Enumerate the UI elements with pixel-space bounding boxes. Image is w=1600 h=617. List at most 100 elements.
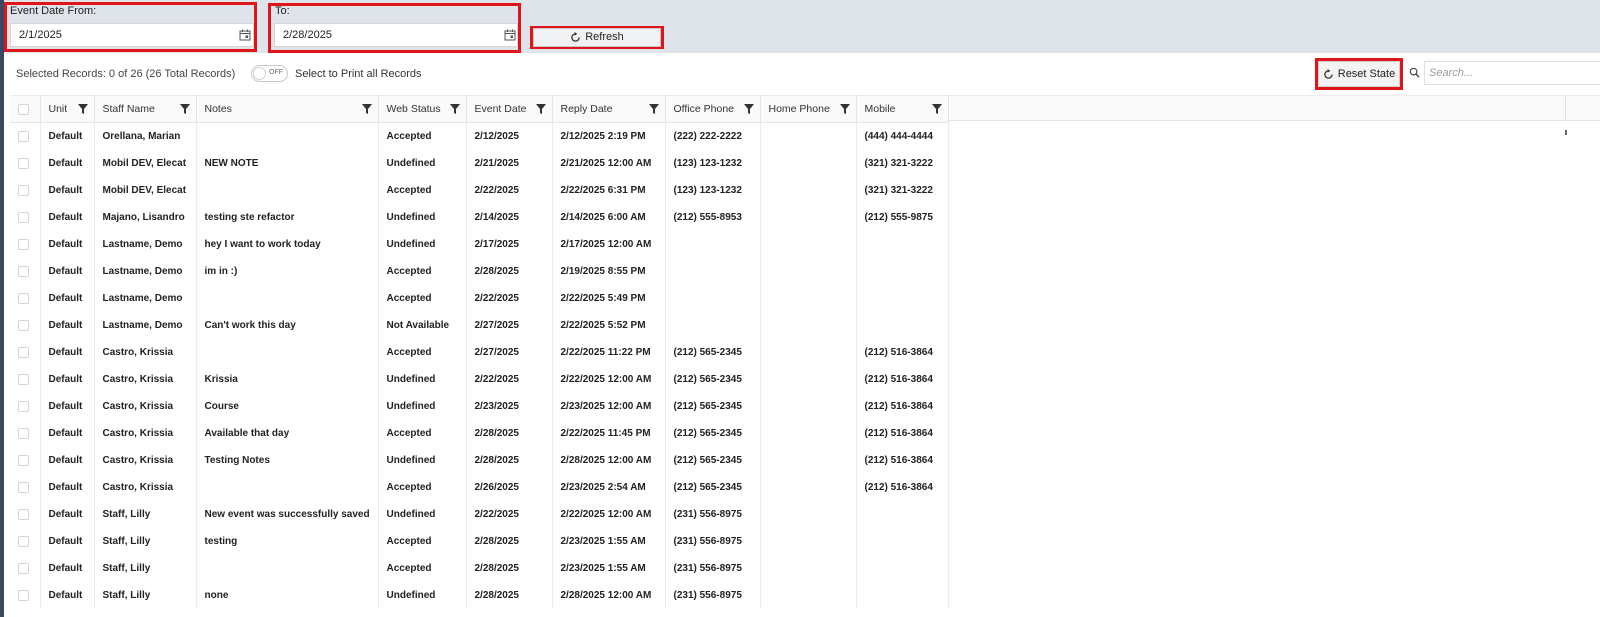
table-row[interactable]: Default Castro, Krissia Available that day… — [10, 420, 949, 447]
row-checkbox[interactable] — [18, 184, 29, 196]
column-header[interactable]: Notes — [196, 95, 379, 123]
unit-cell: Default — [40, 420, 95, 447]
column-header[interactable]: Staff Name — [94, 95, 197, 123]
row-checkbox[interactable] — [18, 454, 29, 466]
select-all-checkbox[interactable] — [18, 103, 29, 115]
staff-name-cell: Mobil DEV, Elecat — [94, 177, 197, 204]
unit-cell: Default — [40, 501, 95, 528]
row-checkbox[interactable] — [18, 427, 29, 439]
row-checkbox[interactable] — [18, 589, 29, 601]
column-header[interactable]: Event Date — [466, 95, 553, 123]
event-date-cell: 2/28/2025 — [466, 420, 553, 447]
web-status-cell: Undefined — [378, 501, 467, 528]
row-select-cell — [10, 258, 41, 285]
table-row[interactable]: Default Lastname, Demo Accepted 2/22/2025 2/… — [10, 285, 949, 312]
row-checkbox[interactable] — [18, 346, 29, 358]
home-phone-cell — [760, 582, 857, 609]
row-checkbox[interactable] — [18, 265, 29, 277]
scrollbar-indicator[interactable] — [1565, 130, 1567, 135]
row-checkbox[interactable] — [18, 211, 29, 223]
office-phone-cell: (231) 556-8975 — [665, 501, 761, 528]
staff-name-cell: Lastname, Demo — [94, 285, 197, 312]
notes-cell: Course — [196, 393, 379, 420]
search-input[interactable]: Search... — [1424, 61, 1600, 85]
table-row[interactable]: Default Lastname, Demo hey I want to work … — [10, 231, 949, 258]
mobile-cell: (212) 516-3864 — [856, 447, 949, 474]
web-status-cell: Undefined — [378, 150, 467, 177]
event-date-cell: 2/17/2025 — [466, 231, 553, 258]
table-row[interactable]: Default Castro, Krissia Krissia Undefined 2/… — [10, 366, 949, 393]
unit-cell: Default — [40, 393, 95, 420]
notes-cell: hey I want to work today — [196, 231, 379, 258]
table-row[interactable]: Default Staff, Lilly New event was success… — [10, 501, 949, 528]
row-checkbox[interactable] — [18, 238, 29, 250]
column-header[interactable]: Office Phone — [665, 95, 761, 123]
filter-icon[interactable] — [931, 104, 942, 114]
filter-icon[interactable] — [743, 104, 754, 114]
calendar-icon[interactable] — [239, 29, 251, 41]
office-phone-cell: (212) 555-8953 — [665, 204, 761, 231]
table-row[interactable]: Default Lastname, Demo Can't work this day… — [10, 312, 949, 339]
calendar-icon[interactable] — [504, 29, 516, 41]
reply-date-cell: 2/23/2025 1:55 AM — [552, 555, 666, 582]
notes-cell: im in :) — [196, 258, 379, 285]
filter-icon[interactable] — [77, 104, 88, 114]
table-row[interactable]: Default Majano, Lisandro testing ste refac… — [10, 204, 949, 231]
row-checkbox[interactable] — [18, 292, 29, 304]
office-phone-cell: (212) 565-2345 — [665, 339, 761, 366]
from-date-input[interactable]: 2/1/2025 — [10, 23, 254, 47]
table-row[interactable]: Default Orellana, Marian Accepted 2/12/2025… — [10, 122, 949, 150]
home-phone-cell — [760, 420, 857, 447]
row-checkbox[interactable] — [18, 562, 29, 574]
filter-icon[interactable] — [449, 104, 460, 114]
staff-name-cell: Staff, Lilly — [94, 528, 197, 555]
table-row[interactable]: Default Castro, Krissia Accepted 2/27/2025 2… — [10, 339, 949, 366]
reset-state-button[interactable]: Reset State — [1318, 61, 1400, 87]
row-checkbox[interactable] — [18, 373, 29, 385]
filter-icon[interactable] — [648, 104, 659, 114]
row-checkbox[interactable] — [18, 157, 29, 169]
table-row[interactable]: Default Staff, Lilly testing Accepted 2/28/2… — [10, 528, 949, 555]
table-row[interactable]: Default Castro, Krissia Accepted 2/26/2025 2… — [10, 474, 949, 501]
column-header[interactable]: Mobile — [856, 95, 949, 123]
column-header[interactable]: Reply Date — [552, 95, 666, 123]
column-header[interactable]: Unit — [40, 95, 95, 123]
row-checkbox[interactable] — [18, 481, 29, 493]
table-row[interactable]: Default Castro, Krissia Course Undefined 2/2… — [10, 393, 949, 420]
column-header[interactable]: Home Phone — [760, 95, 857, 123]
filter-icon[interactable] — [839, 104, 850, 114]
event-date-cell: 2/22/2025 — [466, 501, 553, 528]
unit-cell: Default — [40, 177, 95, 204]
row-checkbox[interactable] — [18, 400, 29, 412]
table-row[interactable]: Default Lastname, Demo im in :) Accepted 2/2… — [10, 258, 949, 285]
print-all-toggle[interactable]: OFF — [251, 65, 288, 82]
row-checkbox[interactable] — [18, 319, 29, 331]
office-phone-cell: (123) 123-1232 — [665, 150, 761, 177]
table-row[interactable]: Default Mobil DEV, Elecat NEW NOTE Undefine… — [10, 150, 949, 177]
filter-icon[interactable] — [361, 104, 372, 114]
staff-name-cell: Castro, Krissia — [94, 366, 197, 393]
staff-name-cell: Castro, Krissia — [94, 474, 197, 501]
event-date-cell: 2/28/2025 — [466, 447, 553, 474]
web-status-cell: Accepted — [378, 420, 467, 447]
table-row[interactable]: Default Castro, Krissia Testing Notes Undef… — [10, 447, 949, 474]
table-row[interactable]: Default Staff, Lilly none Undefined 2/28/202… — [10, 582, 949, 609]
row-checkbox[interactable] — [18, 508, 29, 520]
table-row[interactable]: Default Staff, Lilly Accepted 2/28/2025 2/23… — [10, 555, 949, 582]
reply-date-cell: 2/19/2025 8:55 PM — [552, 258, 666, 285]
toggle-knob — [253, 67, 266, 80]
reply-date-cell: 2/28/2025 12:00 AM — [552, 582, 666, 609]
column-header[interactable]: Web Status — [378, 95, 467, 123]
reply-date-cell: 2/21/2025 12:00 AM — [552, 150, 666, 177]
table-row[interactable]: Default Mobil DEV, Elecat Accepted 2/22/202… — [10, 177, 949, 204]
row-checkbox[interactable] — [18, 535, 29, 547]
refresh-button[interactable]: Refresh — [533, 28, 661, 47]
reply-date-cell: 2/22/2025 11:22 PM — [552, 339, 666, 366]
filter-icon[interactable] — [535, 104, 546, 114]
row-checkbox[interactable] — [18, 130, 29, 142]
filter-icon[interactable] — [179, 104, 190, 114]
unit-cell: Default — [40, 366, 95, 393]
home-phone-cell — [760, 150, 857, 177]
notes-cell: NEW NOTE — [196, 150, 379, 177]
to-date-input[interactable]: 2/28/2025 — [274, 23, 518, 47]
